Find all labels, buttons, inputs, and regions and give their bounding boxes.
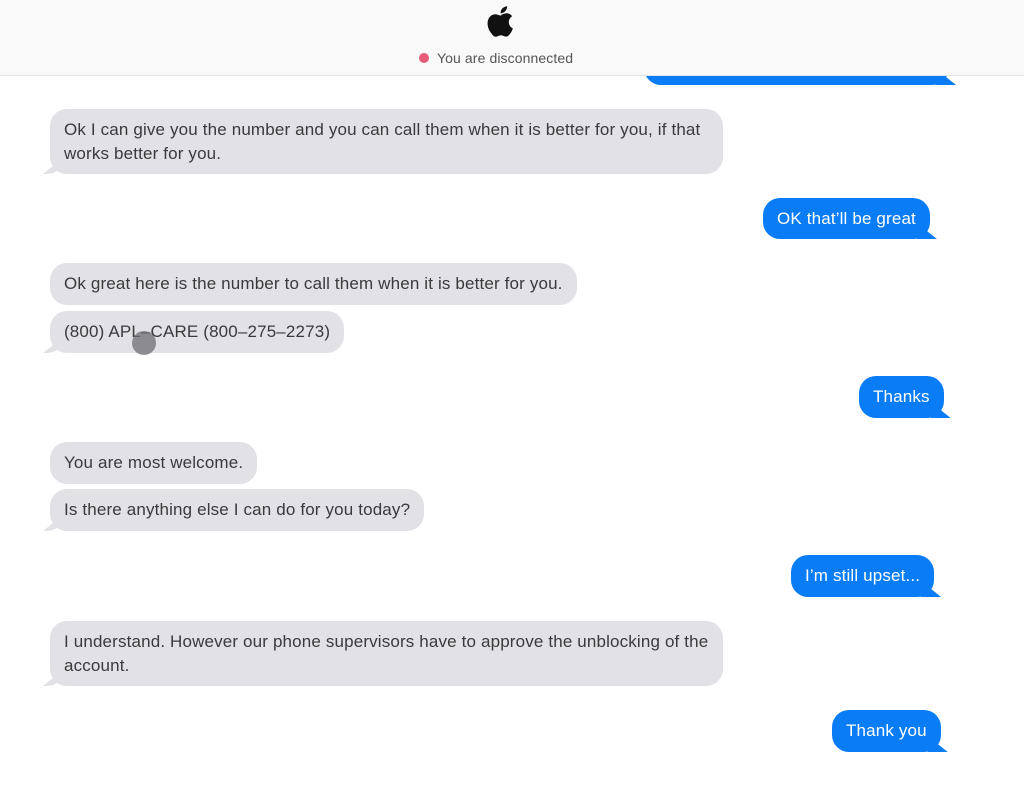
message-agent-phone-number[interactable]: (800) APL–CARE (800–275–2273)	[50, 311, 345, 353]
chat-window: Ok I can give you the number and you can…	[0, 0, 1024, 800]
pointer-cursor	[132, 331, 156, 355]
message-user-thank-you: Thank you	[832, 710, 941, 752]
message-user-still-upset: I’m still upset...	[791, 555, 935, 597]
message-agent-anything-else: Is there anything else I can do for you …	[50, 489, 425, 531]
connection-status: You are disconnected	[419, 48, 573, 68]
apple-logo-icon	[487, 6, 513, 37]
message-agent-welcome: You are most welcome.	[50, 442, 258, 484]
chat-header: You are disconnected	[0, 0, 1024, 76]
status-dot-icon	[419, 53, 429, 63]
message-agent-offer-number: Ok I can give you the number and you can…	[50, 109, 723, 174]
message-agent-here-is-number: Ok great here is the number to call them…	[50, 263, 577, 305]
message-agent-supervisors: I understand. However our phone supervis…	[50, 621, 723, 686]
status-text: You are disconnected	[437, 50, 574, 66]
message-user-great: OK that’ll be great	[763, 198, 930, 239]
message-user-thanks: Thanks	[859, 376, 944, 418]
conversation[interactable]: Ok I can give you the number and you can…	[0, 0, 1024, 800]
